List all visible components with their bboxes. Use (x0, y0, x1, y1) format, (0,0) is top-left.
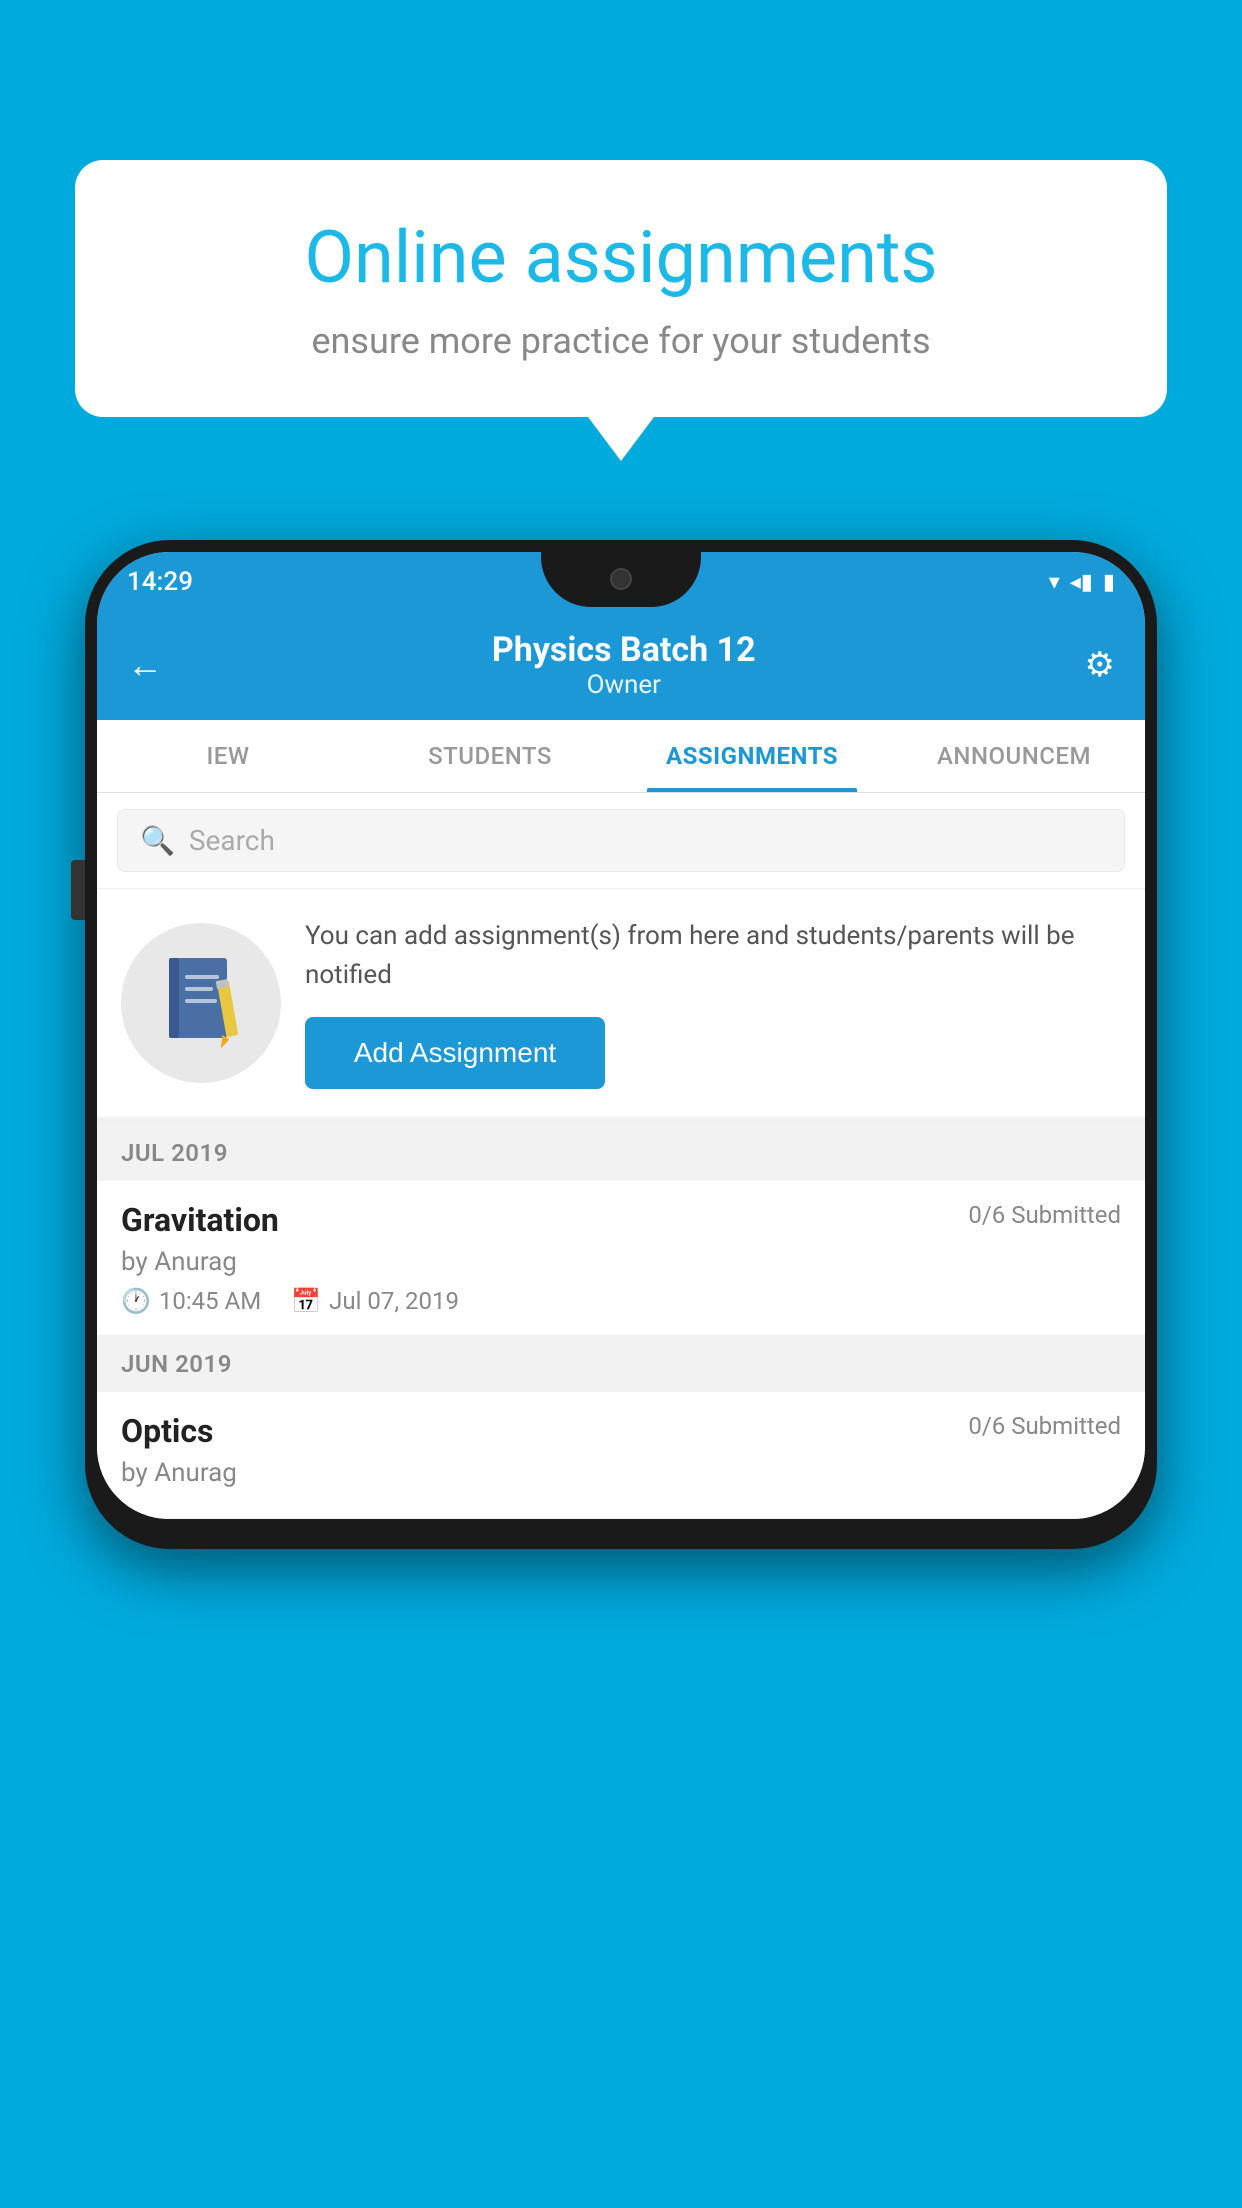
date-value: Jul 07, 2019 (329, 1287, 459, 1315)
assignment-author-optics: by Anurag (121, 1458, 1121, 1488)
bubble-title: Online assignments (135, 215, 1107, 300)
submitted-count-optics: 0/6 Submitted (968, 1412, 1121, 1440)
status-bar: 14:29 ▾ ◂▮ ▮ (97, 552, 1145, 612)
time-value: 10:45 AM (159, 1287, 261, 1315)
assignment-header-optics: Optics 0/6 Submitted (121, 1412, 1121, 1450)
status-icons: ▾ ◂▮ ▮ (1049, 570, 1115, 595)
time-meta: 🕐 10:45 AM (121, 1287, 261, 1315)
settings-button[interactable]: ⚙ (1085, 645, 1115, 685)
tab-announcements[interactable]: ANNOUNCEM (883, 720, 1145, 792)
wifi-icon: ▾ (1049, 570, 1060, 595)
phone-screen: 14:29 ▾ ◂▮ ▮ ← Physics Batch 12 Owner ⚙ (97, 552, 1145, 1519)
info-description: You can add assignment(s) from here and … (305, 917, 1121, 995)
info-text-area: You can add assignment(s) from here and … (305, 917, 1121, 1089)
calendar-icon: 📅 (291, 1287, 321, 1315)
assignment-title-optics: Optics (121, 1412, 213, 1450)
bubble-subtitle: ensure more practice for your students (135, 320, 1107, 362)
search-box[interactable]: 🔍 Search (117, 809, 1125, 872)
info-card: You can add assignment(s) from here and … (97, 889, 1145, 1125)
search-container: 🔍 Search (97, 793, 1145, 889)
notch (541, 552, 701, 607)
camera-icon (610, 568, 632, 590)
assignment-title: Gravitation (121, 1201, 279, 1239)
app-header: ← Physics Batch 12 Owner ⚙ (97, 612, 1145, 720)
phone-wrapper: 14:29 ▾ ◂▮ ▮ ← Physics Batch 12 Owner ⚙ (85, 540, 1157, 1549)
clock-icon: 🕐 (121, 1287, 151, 1315)
status-time: 14:29 (127, 567, 193, 597)
battery-icon: ▮ (1103, 570, 1115, 595)
phone-device: 14:29 ▾ ◂▮ ▮ ← Physics Batch 12 Owner ⚙ (85, 540, 1157, 1549)
assignment-meta: 🕐 10:45 AM 📅 Jul 07, 2019 (121, 1287, 1121, 1315)
assignment-header: Gravitation 0/6 Submitted (121, 1201, 1121, 1239)
back-button[interactable]: ← (127, 644, 163, 686)
tabs-bar: IEW STUDENTS ASSIGNMENTS ANNOUNCEM (97, 720, 1145, 793)
speech-bubble: Online assignments ensure more practice … (75, 160, 1167, 417)
speech-bubble-container: Online assignments ensure more practice … (75, 160, 1167, 417)
tab-students[interactable]: STUDENTS (359, 720, 621, 792)
add-assignment-button[interactable]: Add Assignment (305, 1017, 605, 1089)
assignment-item-gravitation[interactable]: Gravitation 0/6 Submitted by Anurag 🕐 10… (97, 1181, 1145, 1336)
assignment-author: by Anurag (121, 1247, 1121, 1277)
assignment-item-optics[interactable]: Optics 0/6 Submitted by Anurag (97, 1392, 1145, 1519)
notebook-svg-icon (159, 953, 244, 1053)
month-separator-jul: JUL 2019 (97, 1125, 1145, 1181)
search-icon: 🔍 (140, 824, 175, 857)
owner-label: Owner (492, 670, 756, 700)
date-meta: 📅 Jul 07, 2019 (291, 1287, 459, 1315)
signal-icon: ◂▮ (1070, 570, 1093, 595)
search-input[interactable]: Search (189, 824, 275, 857)
tab-overview[interactable]: IEW (97, 720, 359, 792)
header-center: Physics Batch 12 Owner (492, 630, 756, 700)
notebook-icon-circle (121, 923, 281, 1083)
batch-title: Physics Batch 12 (492, 630, 756, 670)
submitted-count: 0/6 Submitted (968, 1201, 1121, 1229)
month-separator-jun: JUN 2019 (97, 1336, 1145, 1392)
tab-assignments[interactable]: ASSIGNMENTS (621, 720, 883, 792)
